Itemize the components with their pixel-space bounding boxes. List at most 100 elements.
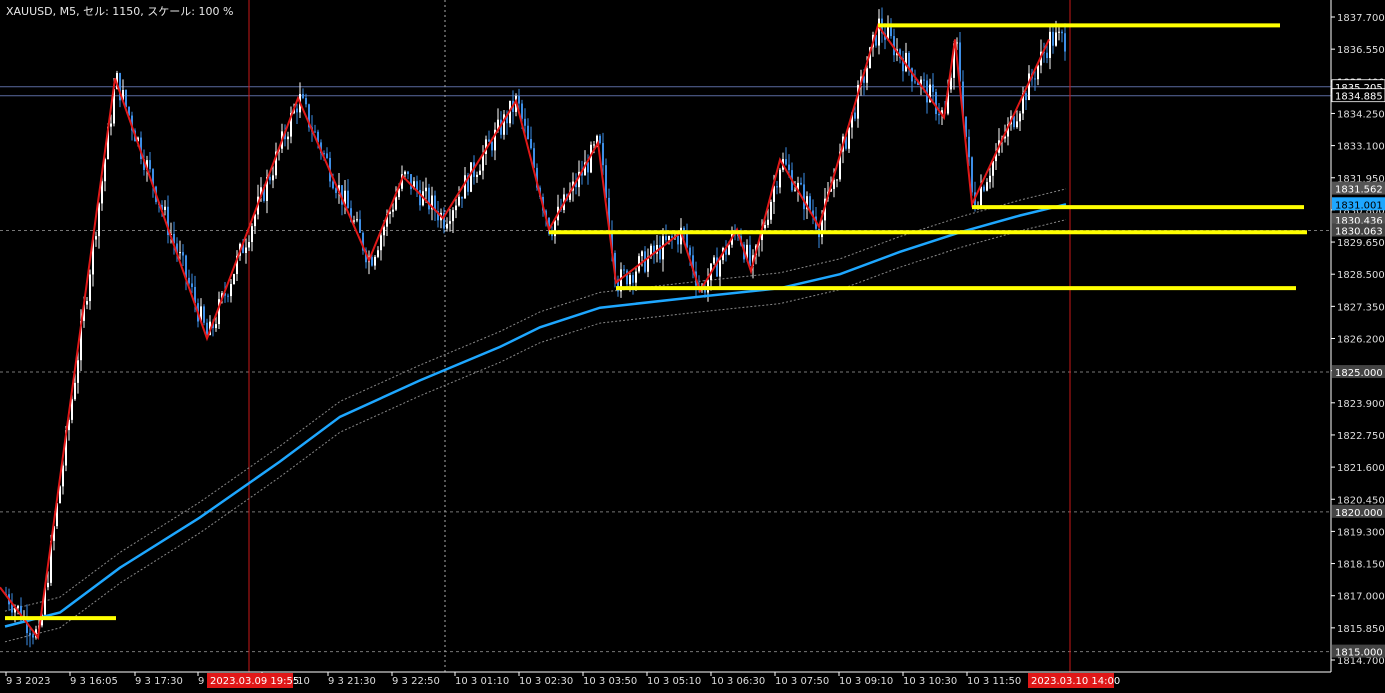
y-tick-label: 1834.250 [1337, 109, 1385, 120]
candle-body [866, 68, 868, 83]
y-tick-label: 1817.000 [1337, 592, 1385, 603]
x-tick-label: 10 3 03:50 [583, 676, 637, 687]
candle-body [17, 605, 19, 609]
candle-body [455, 205, 457, 211]
time-label-separator: 2023.03.09 19:55 [207, 673, 299, 688]
candle-body [395, 197, 397, 210]
candle-body [1028, 73, 1030, 101]
y-tick-label: 1820.450 [1337, 495, 1385, 506]
candle-body [1034, 78, 1036, 80]
candle-body [374, 256, 376, 266]
candle-body [1055, 32, 1057, 46]
candle-body [305, 98, 307, 105]
candle-body [206, 322, 208, 335]
candle-body [125, 89, 127, 107]
candle-body [821, 220, 823, 238]
price-label-text: 1834.885 [1335, 92, 1383, 103]
candle-body [404, 171, 406, 175]
candle-body [479, 170, 481, 175]
candle-body [749, 244, 751, 267]
candle-body [1016, 121, 1018, 128]
price-label-ma: 1831.001 [1332, 197, 1385, 211]
y-tick-label: 1818.150 [1337, 560, 1385, 571]
candle-body [203, 306, 205, 323]
candle-body [629, 275, 631, 285]
price-label-level: 1815.000 [1332, 644, 1385, 659]
candle-body [590, 144, 592, 173]
candle-body [458, 196, 460, 206]
candle-body [359, 219, 361, 233]
candle-body [272, 175, 274, 181]
candle-body [356, 219, 358, 221]
candle-body [1025, 93, 1027, 101]
candle-body [98, 203, 100, 237]
trading-chart[interactable]: 1837.7001836.5501835.4001834.2501833.100… [0, 0, 1385, 689]
candle-body [971, 157, 973, 193]
candle-body [1037, 65, 1039, 80]
candle-body [983, 186, 985, 191]
candle-body [908, 52, 910, 69]
y-tick-label: 1823.900 [1337, 399, 1385, 410]
candle-body [446, 223, 448, 229]
x-tick-label: 10 3 01:10 [455, 676, 509, 687]
candle-body [1046, 52, 1048, 58]
y-tick-label: 1833.100 [1337, 142, 1385, 153]
candle-body [764, 225, 766, 229]
candle-body [452, 210, 454, 222]
candle-body [269, 176, 271, 181]
candle-body [245, 247, 247, 253]
candle-body [470, 162, 472, 192]
candle-body [530, 139, 532, 149]
candle-body [347, 190, 349, 209]
candle-body [353, 220, 355, 222]
candle-body [476, 174, 478, 177]
x-tick-label: 10 3 09:10 [839, 676, 893, 687]
y-tick-label: 1826.200 [1337, 335, 1385, 346]
candle-body [371, 257, 373, 266]
candle-body [587, 162, 589, 173]
candle-body [377, 250, 379, 257]
candle-body [935, 91, 937, 115]
candle-body [251, 226, 253, 243]
candle-body [464, 175, 466, 199]
candle-body [89, 274, 91, 302]
candle-body [77, 360, 79, 383]
candle-body [179, 252, 181, 254]
candle-body [1064, 33, 1066, 52]
price-chart-canvas[interactable]: 1837.7001836.5501835.4001834.2501833.100… [0, 0, 1385, 689]
x-tick-label: 9 3 2023 [6, 676, 51, 687]
x-tick-label: 10 3 05:10 [647, 676, 701, 687]
candle-body [923, 79, 925, 81]
candle-body [599, 135, 601, 144]
candle-body [932, 84, 934, 92]
candle-body [326, 153, 328, 158]
x-tick-label: 10 3 06:30 [711, 676, 765, 687]
candle-body [95, 236, 97, 240]
price-label-level: 1825.000 [1332, 365, 1385, 379]
x-tick-label: 10 3 11:50 [967, 676, 1021, 687]
y-tick-label: 1829.650 [1337, 238, 1385, 249]
time-label-text: 2023.03.10 14:00 [1031, 676, 1120, 687]
candle-body [227, 295, 229, 297]
y-tick-label: 1819.300 [1337, 527, 1385, 538]
candle-body [416, 181, 418, 191]
candle-body [968, 136, 970, 158]
candle-body [938, 114, 940, 116]
candle-body [776, 186, 778, 188]
candle-body [230, 284, 232, 297]
candle-body [1019, 113, 1021, 122]
price-label-level: 1820.000 [1332, 504, 1385, 519]
price-label-text: 1831.562 [1335, 185, 1383, 196]
candle-body [74, 382, 76, 400]
candle-body [986, 182, 988, 191]
candle-body [233, 274, 235, 285]
candle-body [383, 226, 385, 236]
candle-body [719, 260, 721, 277]
y-tick-label: 1821.600 [1337, 463, 1385, 474]
candle-body [188, 277, 190, 284]
candle-body [677, 235, 679, 245]
y-tick-label: 1822.750 [1337, 431, 1385, 442]
candle-body [992, 161, 994, 176]
candle-body [770, 201, 772, 220]
price-label-text: 1815.000 [1335, 648, 1383, 659]
